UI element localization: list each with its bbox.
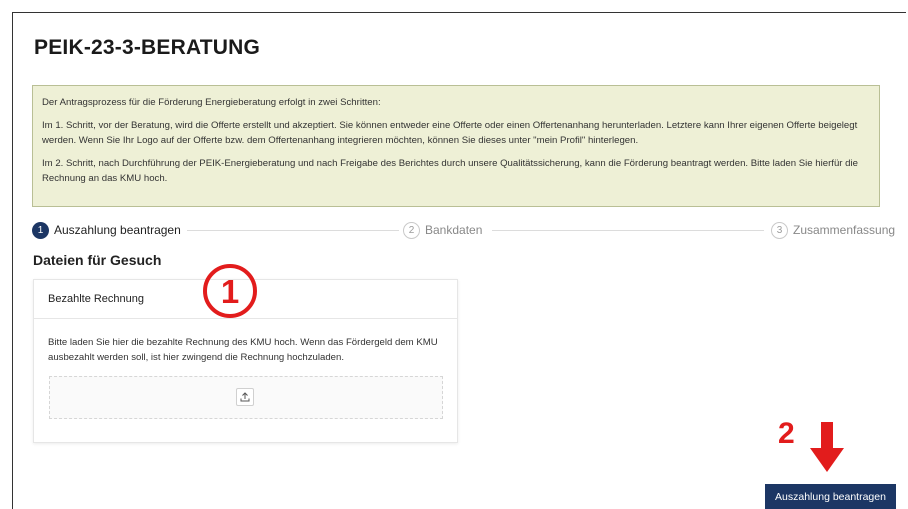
arrow-down-icon (810, 422, 844, 472)
request-payout-button[interactable]: Auszahlung beantragen (765, 484, 896, 509)
step-number: 1 (32, 221, 49, 239)
annotation-marker-2: 2 (778, 417, 795, 450)
info-step-2: Im 2. Schritt, nach Durchführung der PEI… (42, 158, 858, 184)
stepper-line (492, 230, 764, 231)
step-label: Zusammenfassung (793, 223, 896, 237)
step-label: Auszahlung beantragen (54, 223, 181, 237)
upload-icon-glyph (240, 392, 250, 402)
info-step-1: Im 1. Schritt, vor der Beratung, wird di… (42, 120, 858, 146)
step-bankdaten[interactable]: 2 Bankdaten (403, 220, 482, 240)
stepper-line (187, 230, 399, 231)
info-box: Der Antragsprozess für die Förderung Ene… (32, 85, 880, 207)
card-description: Bitte laden Sie hier die bezahlte Rechnu… (48, 337, 438, 363)
page-title: PEIK-23-3-BERATUNG (34, 36, 261, 59)
step-auszahlung[interactable]: 1 Auszahlung beantragen (32, 220, 181, 240)
section-title: Dateien für Gesuch (33, 252, 162, 268)
step-number: 2 (403, 221, 420, 239)
file-dropzone[interactable] (49, 376, 443, 419)
annotation-marker-1: 1 (203, 264, 257, 318)
step-number: 3 (771, 221, 788, 239)
stepper: 1 Auszahlung beantragen 2 Bankdaten 3 Zu… (32, 220, 896, 240)
info-intro: Der Antragsprozess für die Förderung Ene… (42, 97, 381, 108)
step-zusammenfassung[interactable]: 3 Zusammenfassung (771, 220, 895, 240)
upload-icon[interactable] (236, 388, 254, 406)
step-label: Bankdaten (425, 223, 483, 237)
